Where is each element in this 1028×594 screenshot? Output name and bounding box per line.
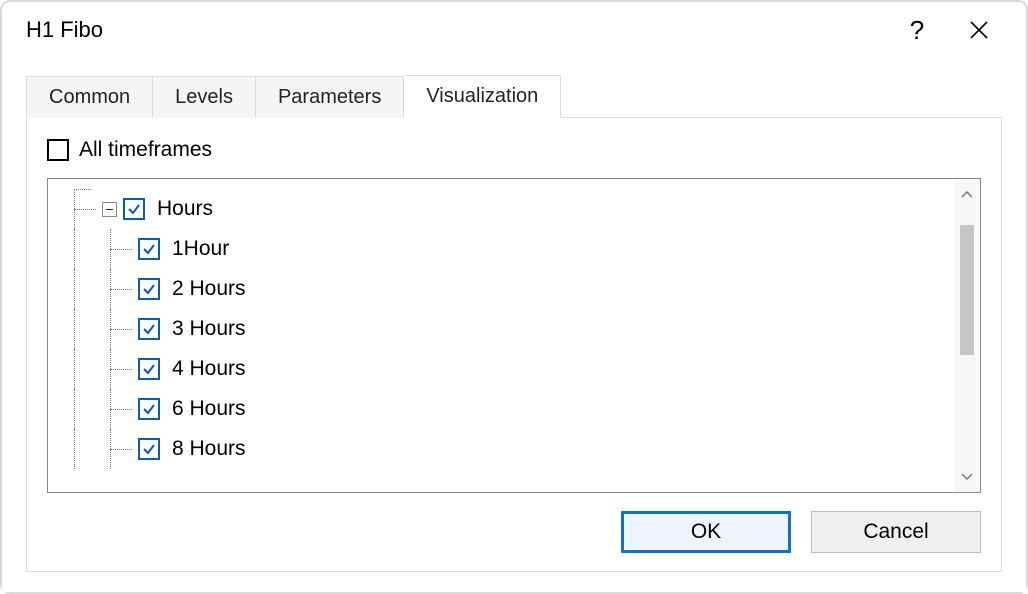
tree-node-item: 8 Hours — [66, 429, 946, 469]
tree-connector — [66, 389, 102, 429]
tree-label-item[interactable]: 3 Hours — [172, 317, 246, 341]
chevron-down-icon — [961, 473, 973, 481]
tree-node-item: 4 Hours — [66, 349, 946, 389]
tree-node-item: 2 Hours — [66, 269, 946, 309]
tree-scrollbar[interactable] — [954, 179, 980, 492]
ok-button[interactable]: OK — [621, 511, 791, 553]
all-timeframes-checkbox[interactable] — [47, 139, 69, 161]
checkbox-hours[interactable] — [123, 198, 145, 220]
tree-label-hours[interactable]: Hours — [157, 197, 213, 221]
tree-node-hours: Hours — [66, 189, 946, 229]
help-button[interactable]: ? — [894, 7, 940, 53]
dialog-window: H1 Fibo ? Common Levels Parameters Visua… — [0, 0, 1028, 594]
check-icon — [142, 442, 156, 456]
checkbox-8hours[interactable] — [138, 438, 160, 460]
tree-connector — [66, 429, 102, 469]
scroll-thumb[interactable] — [960, 225, 974, 355]
tab-visualization[interactable]: Visualization — [404, 75, 561, 118]
tree-connector — [66, 309, 102, 349]
tab-panel-visualization: All timeframes Hours — [26, 117, 1002, 572]
scroll-up-button[interactable] — [954, 185, 980, 203]
dialog-buttons: OK Cancel — [47, 493, 981, 553]
scroll-track[interactable] — [954, 203, 980, 468]
close-button[interactable] — [956, 7, 1002, 53]
close-icon — [969, 20, 989, 40]
tree-connector — [66, 229, 102, 269]
check-icon — [142, 322, 156, 336]
cancel-button[interactable]: Cancel — [811, 511, 981, 553]
checkbox-4hours[interactable] — [138, 358, 160, 380]
check-icon — [142, 242, 156, 256]
timeframe-tree-container: Hours 1Hour — [47, 178, 981, 493]
tab-levels[interactable]: Levels — [153, 76, 256, 118]
tree-label-item[interactable]: 8 Hours — [172, 437, 246, 461]
window-title: H1 Fibo — [26, 17, 894, 43]
tree-connector — [102, 349, 138, 389]
tree-connector — [66, 349, 102, 389]
check-icon — [142, 362, 156, 376]
content-area: Common Levels Parameters Visualization A… — [2, 58, 1026, 592]
tab-parameters[interactable]: Parameters — [256, 76, 404, 118]
checkbox-3hours[interactable] — [138, 318, 160, 340]
tree-connector — [102, 429, 138, 469]
tree-connector — [102, 389, 138, 429]
expand-toggle-hours[interactable] — [102, 202, 117, 217]
all-timeframes-label: All timeframes — [79, 138, 212, 162]
checkbox-1hour[interactable] — [138, 238, 160, 260]
scroll-down-button[interactable] — [954, 468, 980, 486]
tabs-row: Common Levels Parameters Visualization — [26, 74, 1002, 118]
tree-node-item: 1Hour — [66, 229, 946, 269]
timeframe-tree: Hours 1Hour — [48, 179, 954, 492]
checkbox-6hours[interactable] — [138, 398, 160, 420]
tree-connector — [66, 189, 102, 229]
tree-connector — [66, 269, 102, 309]
tree-node-item: 6 Hours — [66, 389, 946, 429]
tree-connector — [102, 309, 138, 349]
tree-label-item[interactable]: 2 Hours — [172, 277, 246, 301]
tree-connector — [102, 229, 138, 269]
check-icon — [127, 202, 141, 216]
check-icon — [142, 282, 156, 296]
check-icon — [142, 402, 156, 416]
all-timeframes-row: All timeframes — [47, 138, 981, 162]
chevron-up-icon — [961, 190, 973, 198]
titlebar: H1 Fibo ? — [2, 2, 1026, 58]
tree-connector — [102, 269, 138, 309]
tree-node-item: 3 Hours — [66, 309, 946, 349]
tree-label-item[interactable]: 1Hour — [172, 237, 229, 261]
checkbox-2hours[interactable] — [138, 278, 160, 300]
tree-label-item[interactable]: 6 Hours — [172, 397, 246, 421]
tab-common[interactable]: Common — [26, 76, 153, 118]
tree-label-item[interactable]: 4 Hours — [172, 357, 246, 381]
